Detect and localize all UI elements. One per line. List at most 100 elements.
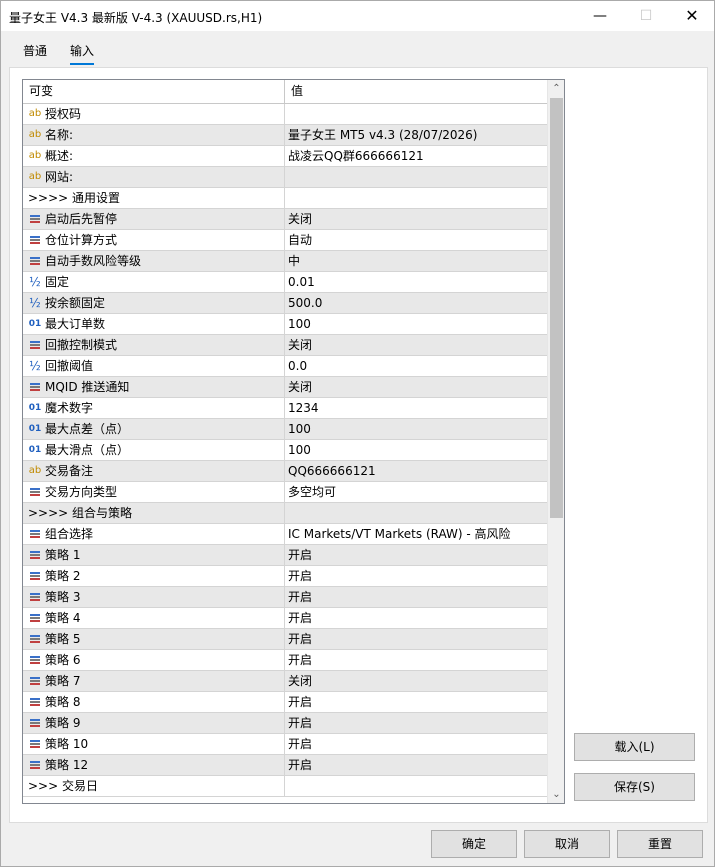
parameter-value[interactable]: 100: [285, 314, 547, 334]
parameter-row[interactable]: ½ 按余额固定 500.0: [23, 293, 547, 314]
enum-type-icon: [27, 566, 43, 586]
parameter-row[interactable]: 交易方向类型 多空均可: [23, 482, 547, 503]
tab-common[interactable]: 普通: [23, 41, 47, 65]
parameter-row[interactable]: ab 网站:: [23, 167, 547, 188]
parameter-value[interactable]: IC Markets/VT Markets (RAW) - 高风险: [285, 524, 547, 544]
parameter-value[interactable]: 量子女王 MT5 v4.3 (28/07/2026): [285, 125, 547, 145]
parameter-value[interactable]: 500.0: [285, 293, 547, 313]
parameter-value[interactable]: 开启: [285, 734, 547, 754]
parameter-row[interactable]: 自动手数风险等级 中: [23, 251, 547, 272]
parameter-row[interactable]: 策略 7 关闭: [23, 671, 547, 692]
parameter-name-cell: 策略 6: [23, 650, 285, 670]
parameter-value[interactable]: 开启: [285, 587, 547, 607]
parameter-name-cell: 策略 5: [23, 629, 285, 649]
parameter-name: 交易方向类型: [45, 485, 118, 499]
enum-type-icon: [27, 629, 43, 649]
parameter-name-cell: 策略 8: [23, 692, 285, 712]
parameter-row[interactable]: 01 最大滑点（点） 100: [23, 440, 547, 461]
parameter-name: 名称:: [45, 128, 74, 142]
parameter-value[interactable]: 0.0: [285, 356, 547, 376]
parameter-value[interactable]: 开启: [285, 692, 547, 712]
parameter-value[interactable]: [285, 503, 547, 523]
parameter-row[interactable]: 策略 2 开启: [23, 566, 547, 587]
column-header-value[interactable]: 值: [285, 80, 547, 104]
parameter-value[interactable]: 1234: [285, 398, 547, 418]
parameter-value[interactable]: 关闭: [285, 671, 547, 691]
parameter-row[interactable]: 策略 5 开启: [23, 629, 547, 650]
parameter-name-cell: 策略 12: [23, 755, 285, 775]
parameter-value[interactable]: [285, 188, 547, 208]
parameter-row[interactable]: 01 魔术数字 1234: [23, 398, 547, 419]
parameter-value[interactable]: 开启: [285, 755, 547, 775]
string-type-icon: ab: [28, 108, 42, 119]
parameter-value[interactable]: 开启: [285, 608, 547, 628]
parameter-value[interactable]: [285, 776, 547, 796]
parameter-value[interactable]: 开启: [285, 566, 547, 586]
parameter-value[interactable]: 开启: [285, 650, 547, 670]
integer-type-icon: 01: [28, 403, 42, 413]
parameter-row[interactable]: 策略 12 开启: [23, 755, 547, 776]
parameter-row[interactable]: >>> 交易日: [23, 776, 547, 797]
parameter-row[interactable]: ½ 固定 0.01: [23, 272, 547, 293]
parameter-value[interactable]: 开启: [285, 629, 547, 649]
parameter-value[interactable]: 100: [285, 440, 547, 460]
parameter-value[interactable]: 开启: [285, 545, 547, 565]
parameter-row[interactable]: 组合选择 IC Markets/VT Markets (RAW) - 高风险: [23, 524, 547, 545]
reset-button[interactable]: 重置: [617, 830, 703, 858]
parameter-value[interactable]: 中: [285, 251, 547, 271]
save-button[interactable]: 保存(S): [574, 773, 695, 801]
parameter-value[interactable]: [285, 104, 547, 124]
parameter-value[interactable]: 关闭: [285, 377, 547, 397]
scroll-thumb[interactable]: [550, 98, 563, 518]
parameter-row[interactable]: >>>> 通用设置: [23, 188, 547, 209]
parameter-value[interactable]: 100: [285, 419, 547, 439]
parameter-value[interactable]: 关闭: [285, 209, 547, 229]
parameter-value[interactable]: [285, 167, 547, 187]
parameter-row[interactable]: 回撤控制模式 关闭: [23, 335, 547, 356]
tab-inputs[interactable]: 输入: [70, 41, 95, 65]
parameter-name: 回撤控制模式: [45, 338, 118, 352]
grid-header: 可变 值: [23, 80, 547, 104]
parameter-name-cell: 策略 3: [23, 587, 285, 607]
enum-type-icon: [27, 755, 43, 775]
parameter-value[interactable]: 自动: [285, 230, 547, 250]
parameter-row[interactable]: 策略 6 开启: [23, 650, 547, 671]
parameter-value[interactable]: 开启: [285, 713, 547, 733]
parameter-row[interactable]: ab 名称: 量子女王 MT5 v4.3 (28/07/2026): [23, 125, 547, 146]
parameter-value[interactable]: 0.01: [285, 272, 547, 292]
scroll-up-icon[interactable]: ⌃: [548, 80, 564, 97]
parameter-row[interactable]: 策略 9 开启: [23, 713, 547, 734]
parameter-row[interactable]: 策略 1 开启: [23, 545, 547, 566]
scroll-down-icon[interactable]: ⌄: [548, 786, 564, 803]
load-button[interactable]: 载入(L): [574, 733, 695, 761]
enum-type-icon: [27, 335, 43, 355]
parameter-row[interactable]: 策略 8 开启: [23, 692, 547, 713]
parameter-value[interactable]: 多空均可: [285, 482, 547, 502]
parameter-row[interactable]: >>>> 组合与策略: [23, 503, 547, 524]
parameter-value[interactable]: 关闭: [285, 335, 547, 355]
parameter-value[interactable]: QQ666666121: [285, 461, 547, 481]
parameter-row[interactable]: 仓位计算方式 自动: [23, 230, 547, 251]
parameter-row[interactable]: 策略 4 开启: [23, 608, 547, 629]
parameter-row[interactable]: 策略 3 开启: [23, 587, 547, 608]
parameter-row[interactable]: ab 授权码: [23, 104, 547, 125]
parameter-value[interactable]: 战凌云QQ群666666121: [285, 146, 547, 166]
minimize-icon[interactable]: —: [577, 1, 623, 31]
parameter-row[interactable]: 01 最大点差（点） 100: [23, 419, 547, 440]
parameter-row[interactable]: MQID 推送通知 关闭: [23, 377, 547, 398]
parameter-row[interactable]: ab 交易备注 QQ666666121: [23, 461, 547, 482]
ok-button[interactable]: 确定: [431, 830, 517, 858]
parameter-row[interactable]: ab 概述: 战凌云QQ群666666121: [23, 146, 547, 167]
parameter-row[interactable]: ½ 回撤阈值 0.0: [23, 356, 547, 377]
parameter-row[interactable]: 01 最大订单数 100: [23, 314, 547, 335]
parameter-name: 策略 12: [45, 758, 89, 772]
vertical-scrollbar[interactable]: ⌃ ⌄: [547, 80, 564, 803]
maximize-icon: ☐: [639, 8, 653, 24]
close-icon[interactable]: ✕: [669, 1, 715, 31]
parameter-name-cell: 01 最大点差（点）: [23, 419, 285, 439]
column-header-variable[interactable]: 可变: [23, 80, 285, 104]
parameter-row[interactable]: 启动后先暂停 关闭: [23, 209, 547, 230]
cancel-button[interactable]: 取消: [524, 830, 610, 858]
parameter-name: 概述:: [45, 149, 74, 163]
parameter-row[interactable]: 策略 10 开启: [23, 734, 547, 755]
